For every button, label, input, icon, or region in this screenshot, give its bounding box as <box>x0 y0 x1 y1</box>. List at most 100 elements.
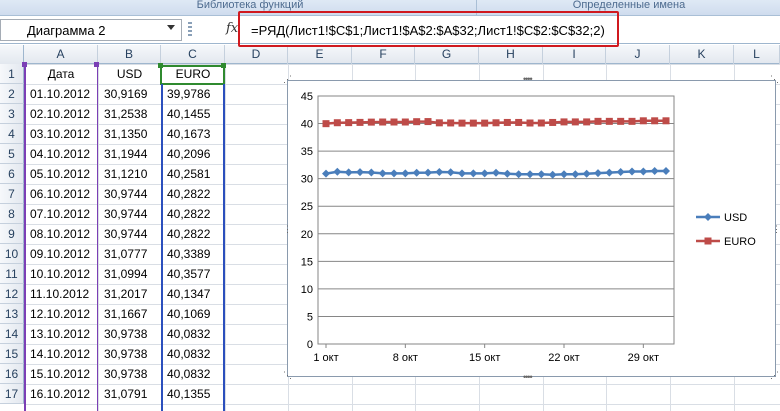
data-point-euro <box>526 119 534 127</box>
x-tick-label: 29 окт <box>628 352 659 364</box>
y-tick-label: 20 <box>301 229 313 241</box>
row-header[interactable]: 2 <box>0 84 24 104</box>
chart-resize-handle[interactable]: ⋱ <box>770 74 779 85</box>
chart-resize-handle[interactable]: ⋰ <box>770 370 779 381</box>
x-tick-label: 1 окт <box>313 352 338 364</box>
table-cell[interactable]: 31,2538 <box>98 104 161 124</box>
data-point-euro <box>628 117 636 125</box>
column-header-b[interactable]: B <box>98 45 161 64</box>
data-point-euro <box>651 117 659 125</box>
row-header[interactable]: 4 <box>0 124 24 144</box>
table-cell[interactable]: 31,0777 <box>98 244 161 264</box>
range-handle[interactable] <box>221 63 226 68</box>
row-header[interactable]: 13 <box>0 304 24 324</box>
data-point-euro <box>481 119 489 127</box>
y-tick-label: 15 <box>301 256 313 268</box>
formula-highlight-box <box>238 11 619 47</box>
row-header[interactable]: 9 <box>0 224 24 244</box>
data-point-euro <box>390 118 398 126</box>
row-header[interactable]: 11 <box>0 264 24 284</box>
column-header-j[interactable]: J <box>606 45 670 64</box>
row-header[interactable]: 5 <box>0 144 24 164</box>
select-all-corner[interactable] <box>0 45 24 64</box>
gridline <box>225 64 226 411</box>
data-point-euro <box>469 119 477 127</box>
chart-object[interactable]: 0 5 10 15 20 25 30 35 40 45 1 окт 8 окт 15 окт 22 окт… <box>287 80 776 377</box>
name-box-value: Диаграмма 2 <box>27 23 106 38</box>
row-header[interactable]: 14 <box>0 324 24 344</box>
line-chart[interactable]: 0 5 10 15 20 25 30 35 40 45 1 окт 8 окт 15 окт 22 окт… <box>288 81 775 376</box>
chevron-down-icon[interactable] <box>167 25 175 30</box>
data-point-euro <box>515 118 523 126</box>
chart-resize-handle[interactable]: •••• <box>523 74 533 84</box>
table-cell[interactable]: 31,2017 <box>98 284 161 304</box>
column-header-f[interactable]: F <box>352 45 415 64</box>
plot-area <box>317 95 675 345</box>
table-cell[interactable]: 31,0994 <box>98 264 161 284</box>
row-header[interactable]: 17 <box>0 384 24 404</box>
range-handle[interactable] <box>22 62 27 67</box>
legend-label-usd: USD <box>724 212 747 224</box>
data-point-euro <box>356 118 364 126</box>
data-point-euro <box>605 117 613 125</box>
data-point-euro <box>322 120 330 128</box>
column-header-g[interactable]: G <box>415 45 479 64</box>
row-header[interactable]: 10 <box>0 244 24 264</box>
data-point-euro <box>537 119 545 127</box>
chart-resize-handle[interactable]: ⋱ <box>283 370 292 381</box>
row-header[interactable]: 15 <box>0 344 24 364</box>
table-cell[interactable]: 30,9738 <box>98 344 161 364</box>
data-point-euro <box>413 118 421 126</box>
row-header[interactable]: 7 <box>0 184 24 204</box>
row-header[interactable]: 6 <box>0 164 24 184</box>
data-point-euro <box>583 118 591 126</box>
row-header[interactable]: 16 <box>0 364 24 384</box>
column-header-e[interactable]: E <box>288 45 352 64</box>
table-cell[interactable]: 31,0791 <box>98 384 161 404</box>
y-tick-label: 5 <box>307 311 313 323</box>
table-cell[interactable]: 30,9744 <box>98 204 161 224</box>
data-point-euro <box>639 117 647 125</box>
column-header-a[interactable]: A <box>24 45 98 64</box>
data-point-euro <box>571 118 579 126</box>
range-handle[interactable] <box>158 63 163 68</box>
range-highlight-dates <box>24 64 98 411</box>
row-header[interactable]: 12 <box>0 284 24 304</box>
chart-resize-handle[interactable]: •••• <box>523 372 533 382</box>
table-cell[interactable]: 31,1667 <box>98 304 161 324</box>
data-point-euro <box>594 117 602 125</box>
row-header[interactable]: 8 <box>0 204 24 224</box>
chart-resize-handle[interactable]: ⋮ <box>283 224 292 235</box>
y-tick-label: 40 <box>301 119 313 131</box>
table-cell[interactable]: 30,9169 <box>98 84 161 104</box>
range-handle[interactable] <box>94 62 99 67</box>
resize-grip-icon[interactable] <box>188 22 192 36</box>
insert-function-icon[interactable]: fx <box>226 21 238 36</box>
column-header-c[interactable]: C <box>161 45 225 64</box>
column-header-l[interactable]: L <box>734 45 780 64</box>
data-point-euro <box>503 118 511 126</box>
column-header-k[interactable]: K <box>670 45 734 64</box>
table-cell[interactable]: 31,1944 <box>98 144 161 164</box>
table-cell[interactable]: 31,1350 <box>98 124 161 144</box>
table-cell[interactable]: 30,9744 <box>98 224 161 244</box>
chart-resize-handle[interactable]: ⋰ <box>283 74 292 85</box>
column-header-i[interactable]: I <box>543 45 606 64</box>
table-cell[interactable]: 30,9744 <box>98 184 161 204</box>
y-tick-label: 30 <box>301 174 313 186</box>
row-header[interactable]: 3 <box>0 104 24 124</box>
row-header[interactable]: 1 <box>0 64 24 84</box>
header-cell-b[interactable]: USD <box>98 64 161 84</box>
column-header-h[interactable]: H <box>479 45 543 64</box>
data-point-euro <box>492 119 500 127</box>
chart-resize-handle[interactable]: ⋮ <box>772 224 780 235</box>
data-point-euro <box>345 119 353 127</box>
table-cell[interactable]: 30,9738 <box>98 324 161 344</box>
y-tick-label: 35 <box>301 146 313 158</box>
column-header-d[interactable]: D <box>225 45 288 64</box>
name-box[interactable]: Диаграмма 2 <box>0 19 182 41</box>
table-cell[interactable]: 30,9738 <box>98 364 161 384</box>
table-cell[interactable]: 31,1210 <box>98 164 161 184</box>
data-point-euro <box>560 118 568 126</box>
range-highlight-series-name <box>160 65 225 85</box>
